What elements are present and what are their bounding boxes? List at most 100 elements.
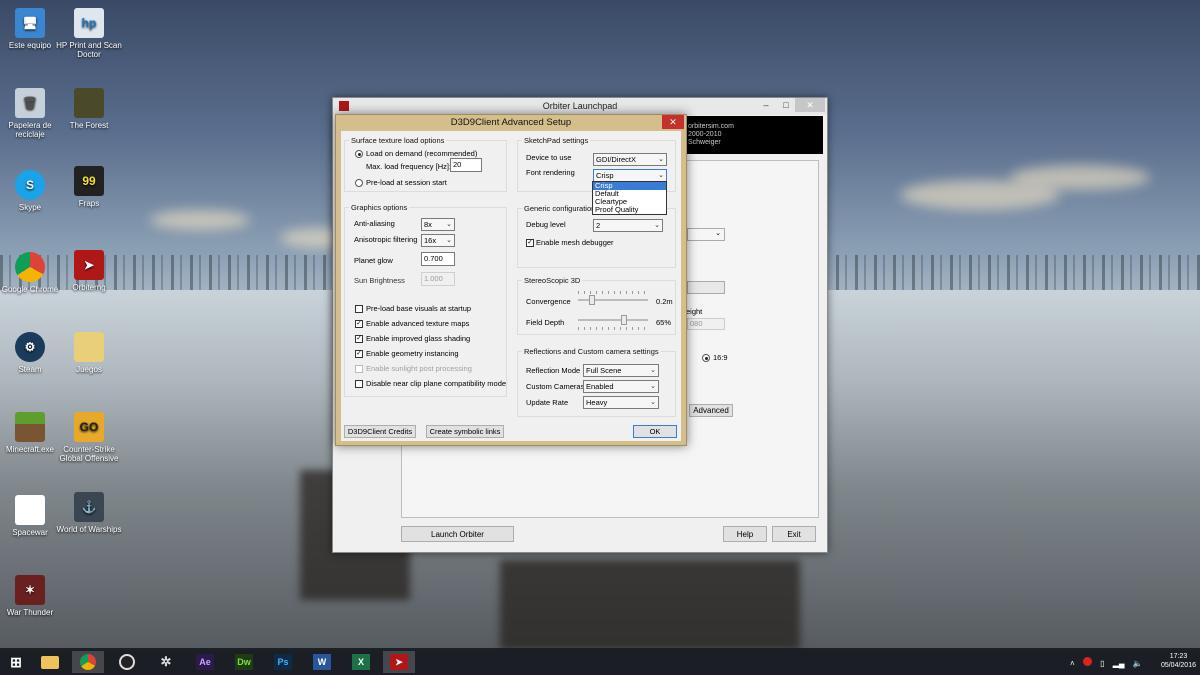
device-label: Device to use (526, 153, 572, 162)
advanced-texture-maps-checkbox[interactable]: ✓ (355, 320, 363, 328)
after-effects-icon: Ae (196, 654, 214, 670)
device-select[interactable]: GDI/DirectX ⌄ (593, 153, 667, 166)
desktop-icon-fraps[interactable]: 99 Fraps (56, 166, 122, 208)
reflection-mode-select[interactable]: Full Scene ⌄ (583, 364, 659, 377)
d3d9client-setup-dialog: D3D9Client Advanced Setup ✕ Surface text… (335, 114, 687, 446)
select-value: 2 (596, 221, 601, 230)
dialog-close-button[interactable]: ✕ (662, 115, 684, 129)
convergence-ticks (578, 291, 648, 294)
csgo-icon: GO (74, 412, 104, 442)
checkbox-label: Disable near clip plane compatibility mo… (366, 379, 507, 388)
start-button[interactable]: ⊞ (0, 651, 32, 673)
taskbar-app-obs[interactable] (111, 651, 143, 673)
taskbar-app-dreamweaver[interactable]: Dw (228, 651, 260, 673)
select-value: GDI/DirectX (596, 155, 637, 164)
clock[interactable]: 17:23 05/04/2016 (1161, 652, 1196, 670)
exit-button[interactable]: Exit (772, 526, 816, 542)
chevron-down-icon: ⌄ (650, 367, 656, 374)
desktop-icon-spacewar[interactable]: Spacewar (0, 495, 63, 537)
taskbar-app-explorer[interactable] (34, 651, 66, 673)
select-value: Heavy (586, 398, 608, 407)
desktop-icon-minecraft[interactable]: Minecraft.exe (0, 412, 63, 454)
credits-button[interactable]: D3D9Client Credits (344, 425, 416, 438)
taskbar-app-orbiter[interactable]: ➤ (383, 651, 415, 673)
desktop-icon-recycle-bin[interactable]: 🗑 Papelera de reciclaje (0, 88, 63, 139)
battery-icon[interactable]: ▯ (1100, 659, 1104, 668)
help-button[interactable]: Help (723, 526, 767, 542)
planet-glow-input[interactable]: 0.700 (421, 252, 455, 266)
preload-radio[interactable] (355, 179, 363, 187)
field-depth-track[interactable] (578, 319, 648, 321)
dropdown-option-proof-quality[interactable]: Proof Quality (593, 206, 666, 214)
taskbar-app-after-effects[interactable]: Ae (189, 651, 221, 673)
anti-aliasing-select[interactable]: 8x ⌄ (421, 218, 455, 231)
anisotropic-select[interactable]: 16x ⌄ (421, 234, 455, 247)
skype-icon: S (15, 170, 45, 200)
convergence-value: 0.2m (656, 297, 673, 306)
desktop-icon-hp[interactable]: hp HP Print and Scan Doctor (56, 8, 122, 59)
ok-button[interactable]: OK (633, 425, 677, 438)
debug-level-select[interactable]: 2 ⌄ (593, 219, 663, 232)
desktop-icon-csgo[interactable]: GO Counter-Strike Global Offensive (56, 412, 122, 463)
anti-aliasing-label: Anti-aliasing (354, 219, 395, 228)
taskbar-app-word[interactable]: W (306, 651, 338, 673)
desktop-icon-chrome[interactable]: Google Chrome (0, 252, 63, 294)
group-label: Generic configuration (522, 204, 598, 213)
network-icon[interactable]: ▂▄ (1113, 659, 1125, 668)
update-rate-select[interactable]: Heavy ⌄ (583, 396, 659, 409)
group-label: Reflections and Custom camera settings (522, 347, 661, 356)
geometry-instancing-checkbox[interactable]: ✓ (355, 350, 363, 358)
load-on-demand-radio[interactable] (355, 150, 363, 158)
launchpad-height-field[interactable]: 080 (687, 318, 725, 330)
sun-brightness-input[interactable]: 1.000 (421, 272, 455, 286)
minimize-button[interactable]: – (757, 98, 775, 112)
taskbar-app-chrome[interactable] (72, 651, 104, 673)
field-depth-value: 65% (656, 318, 672, 327)
chevron-up-icon[interactable]: ˄ (1070, 659, 1075, 668)
max-freq-input[interactable]: 20 (450, 158, 482, 172)
launchpad-select[interactable]: ⌄ (687, 228, 725, 241)
taskbar-app-excel[interactable]: X (345, 651, 377, 673)
ratio-16-9-radio[interactable] (702, 354, 710, 362)
create-symbolic-links-button[interactable]: Create symbolic links (426, 425, 504, 438)
clock-date: 05/04/2016 (1160, 662, 1196, 669)
reflections-group: Reflections and Custom camera settings R… (517, 347, 676, 417)
tray-icons[interactable]: ˄ ▯ ▂▄ 🔈 (1070, 657, 1143, 668)
taskbar-app-photoshop[interactable]: Ps (267, 651, 299, 673)
desktop-icon-war-thunder[interactable]: ✶ War Thunder (0, 575, 63, 617)
field-depth-slider-thumb[interactable] (620, 315, 627, 325)
fraps-icon: 99 (74, 166, 104, 196)
launchpad-field[interactable] (687, 281, 725, 294)
custom-cameras-select[interactable]: Enabled ⌄ (583, 380, 659, 393)
group-label: Surface texture load options (349, 136, 447, 145)
desktop-icon-orbiterng[interactable]: ➤ Orbiterng (56, 250, 122, 292)
convergence-slider-thumb[interactable] (589, 295, 595, 305)
desktop-icon-the-forest[interactable]: The Forest (56, 88, 122, 130)
warships-icon: ⚓ (74, 492, 104, 522)
preload-base-visuals-checkbox[interactable] (355, 305, 363, 313)
font-rendering-label: Font rendering (526, 168, 575, 177)
recycle-bin-icon: 🗑 (15, 88, 45, 118)
checkbox-label: Enable sunlight post processing (366, 364, 472, 373)
desktop-icon-juegos[interactable]: Juegos (56, 332, 122, 374)
custom-cameras-label: Custom Cameras (526, 382, 585, 391)
launchpad-close-button[interactable]: ✕ (795, 98, 825, 112)
near-clip-compat-checkbox[interactable] (355, 380, 363, 388)
taskbar-app-tools[interactable]: ✲ (150, 651, 182, 673)
volume-icon[interactable]: 🔈 (1133, 659, 1143, 668)
desktop-icon-este-equipo[interactable]: 🖥 Este equipo (0, 8, 63, 50)
desktop-icon-skype[interactable]: S Skype (0, 170, 63, 212)
sunlight-post-processing-checkbox[interactable] (355, 365, 363, 373)
maximize-button[interactable]: □ (777, 98, 795, 112)
desktop-icon-steam[interactable]: ⚙ Steam (0, 332, 63, 374)
banner-text: Schweiger (688, 139, 721, 146)
debug-level-label: Debug level (526, 220, 566, 229)
file-icon (15, 495, 45, 525)
improved-glass-shading-checkbox[interactable]: ✓ (355, 335, 363, 343)
mesh-debugger-checkbox[interactable]: ✓ (526, 239, 534, 247)
checkbox-label: Enable advanced texture maps (366, 319, 470, 328)
launch-orbiter-button[interactable]: Launch Orbiter (401, 526, 514, 542)
advanced-button[interactable]: Advanced (689, 404, 733, 417)
antivirus-icon[interactable] (1082, 657, 1092, 666)
desktop-icon-warships[interactable]: ⚓ World of Warships (56, 492, 122, 534)
